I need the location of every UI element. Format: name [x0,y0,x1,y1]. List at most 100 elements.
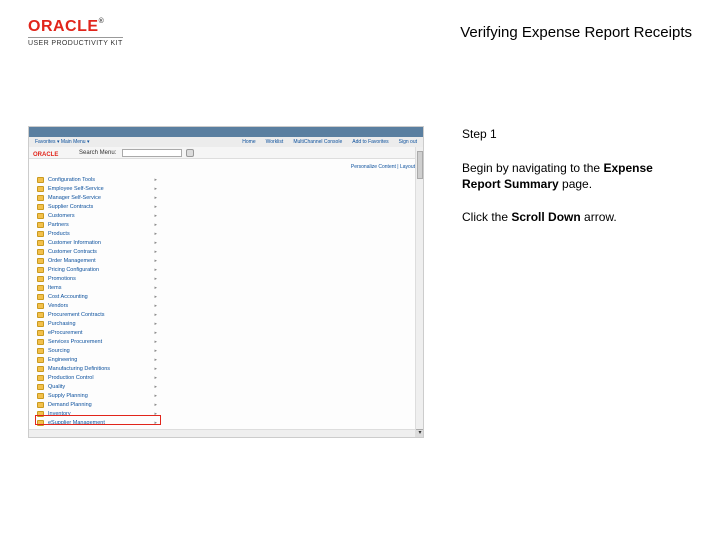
chevron-right-icon: ▸ [154,402,157,408]
menu-item[interactable]: Engineering▸ [37,355,157,364]
app-subbar: Favorites ▾ Main Menu ▾ Home Worklist Mu… [29,137,423,147]
folder-icon [37,330,44,336]
menu-item[interactable]: Employee Self-Service▸ [37,184,157,193]
folder-icon [37,177,44,183]
menu-item[interactable]: Configuration Tools▸ [37,175,157,184]
folder-icon [37,303,44,309]
menu-item-label: Sourcing [48,348,70,354]
nav-worklist[interactable]: Worklist [266,139,284,145]
menu-item-label: Services Procurement [48,339,102,345]
nav-mcc[interactable]: MultiChannel Console [293,139,342,145]
chevron-right-icon: ▸ [154,357,157,363]
menu-item-label: Demand Planning [48,402,92,408]
menu-item[interactable]: Customers▸ [37,211,157,220]
top-nav-links: Home Worklist MultiChannel Console Add t… [242,139,417,145]
menu-item[interactable]: Production Control ▸ [37,373,157,382]
menu-item-label: Pricing Configuration [48,267,99,273]
chevron-right-icon: ▸ [154,204,157,210]
step-label: Step 1 [462,126,692,142]
txt: Begin by navigating to the [462,161,603,175]
folder-icon [37,231,44,237]
txt: page. [559,177,592,191]
folder-icon [37,384,44,390]
scroll-down-arrow[interactable]: ▾ [416,429,424,437]
nav-fav[interactable]: Add to Favorites [352,139,388,145]
vertical-scrollbar[interactable]: ▾ [415,147,423,437]
menu-item-label: Items [48,285,61,291]
search-menu-label: Search Menu: [79,150,116,156]
instruction-panel: Step 1 Begin by navigating to the Expens… [462,126,692,241]
menu-item[interactable]: eProcurement▸ [37,328,157,337]
menu-item[interactable]: Customer Contracts▸ [37,247,157,256]
folder-icon [37,321,44,327]
menu-item-label: Order Management [48,258,96,264]
chevron-right-icon: ▸ [154,312,157,318]
menu-item-label: eProcurement [48,330,83,336]
menu-item[interactable]: Services Procurement ▸ [37,337,157,346]
menu-item[interactable]: Manager Self-Service▸ [37,193,157,202]
menu-item[interactable]: Pricing Configuration▸ [37,265,157,274]
folder-icon [37,375,44,381]
page-title: Verifying Expense Report Receipts [460,24,692,41]
menu-item[interactable]: Customer Information ▸ [37,238,157,247]
chevron-right-icon: ▸ [154,294,157,300]
search-menu-go-button[interactable] [186,149,194,157]
menu-item[interactable]: Order Management▸ [37,256,157,265]
chevron-right-icon: ▸ [154,240,157,246]
chevron-right-icon: ▸ [154,375,157,381]
menu-item[interactable]: Items ▸ [37,283,157,292]
folder-icon [37,312,44,318]
menu-item[interactable]: Vendors▸ [37,301,157,310]
menu-item[interactable]: Manufacturing Definitions▸ [37,364,157,373]
instruction-line-2: Click the Scroll Down arrow. [462,209,692,225]
menu-item-label: Customer Information [48,240,101,246]
menu-item-label: Production Control [48,375,94,381]
scroll-thumb[interactable] [417,151,423,179]
instruction-line-1: Begin by navigating to the Expense Repor… [462,160,692,192]
chevron-right-icon: ▸ [154,222,157,228]
brand-logo: ORACLE® [28,18,123,36]
chevron-right-icon: ▸ [154,339,157,345]
menu-item[interactable]: Procurement Contracts▸ [37,310,157,319]
chevron-right-icon: ▸ [154,384,157,390]
horizontal-scrollbar[interactable] [29,429,415,437]
personalize-link[interactable]: Personalize Content | Layout [351,164,415,170]
search-menu-input[interactable] [122,149,182,157]
menu-item[interactable]: Demand Planning ▸ [37,400,157,409]
chevron-right-icon: ▸ [154,276,157,282]
chevron-right-icon: ▸ [154,195,157,201]
menu-item[interactable]: Sourcing ▸ [37,346,157,355]
menu-item-label: Configuration Tools [48,177,95,183]
chevron-right-icon: ▸ [154,231,157,237]
embedded-screenshot: Favorites ▾ Main Menu ▾ Home Worklist Mu… [28,126,424,438]
search-menu-row: ORACLE Search Menu: [29,147,423,159]
nav-home[interactable]: Home [242,139,255,145]
folder-icon [37,285,44,291]
menu-item-label: Products [48,231,70,237]
brand-tiny: ORACLE [33,152,58,158]
menu-item-label: Quality [48,384,65,390]
folder-icon [37,366,44,372]
chevron-right-icon: ▸ [154,249,157,255]
menu-item[interactable]: Cost Accounting▸ [37,292,157,301]
folder-icon [37,357,44,363]
menu-item[interactable]: Quality ▸ [37,382,157,391]
nav-signout[interactable]: Sign out [399,139,417,145]
chevron-right-icon: ▸ [154,186,157,192]
menu-item[interactable]: Promotions▸ [37,274,157,283]
menu-item[interactable]: Supply Planning▸ [37,391,157,400]
menu-item[interactable]: Supplier Contracts ▸ [37,202,157,211]
folder-icon [37,267,44,273]
chevron-right-icon: ▸ [154,348,157,354]
menu-item[interactable]: Products ▸ [37,229,157,238]
menu-item[interactable]: Purchasing▸ [37,319,157,328]
menu-item-label: Supplier Contracts [48,204,93,210]
menu-item[interactable]: Partners▸ [37,220,157,229]
txt-bold: Scroll Down [511,210,580,224]
chevron-right-icon: ▸ [154,285,157,291]
menu-item-label: Supply Planning [48,393,88,399]
chevron-right-icon: ▸ [154,303,157,309]
chevron-right-icon: ▸ [154,366,157,372]
breadcrumb[interactable]: Favorites ▾ Main Menu ▾ [35,139,89,145]
folder-icon [37,276,44,282]
